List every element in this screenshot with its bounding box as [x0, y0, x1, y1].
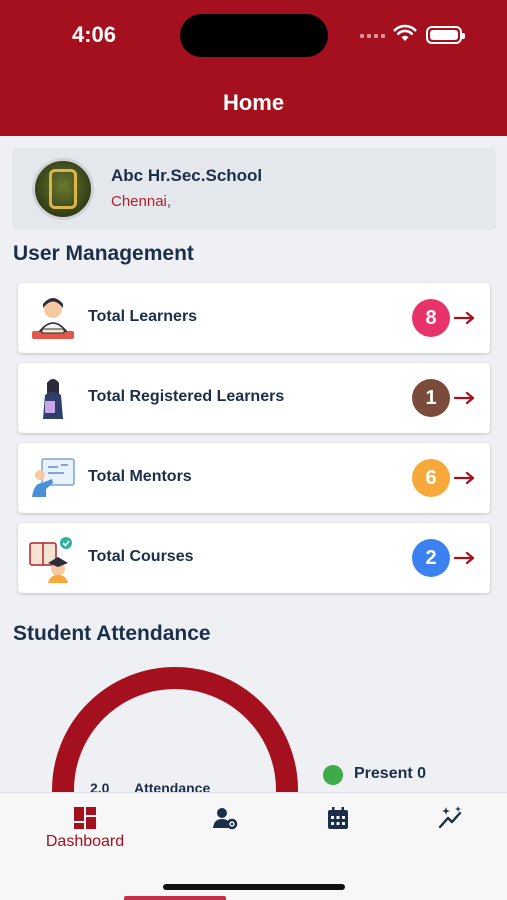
user-settings-icon	[213, 808, 238, 830]
course-icon	[29, 537, 72, 583]
student-attendance-title: Student Attendance	[13, 622, 211, 645]
wifi-icon	[393, 24, 417, 41]
tab-insights[interactable]	[396, 793, 506, 863]
school-logo	[32, 158, 94, 220]
registered-learner-icon	[43, 379, 63, 419]
tab-label: Dashboard	[45, 833, 125, 850]
present-legend-dot	[323, 765, 343, 785]
mentor-icon	[32, 458, 75, 497]
count-badge: 6	[412, 459, 450, 497]
school-card[interactable]: Abc Hr.Sec.School Chennai,	[12, 148, 496, 230]
school-name: Abc Hr.Sec.School	[111, 166, 263, 185]
arrow-right-icon[interactable]	[454, 309, 476, 327]
app-header: 4:06 Home	[0, 0, 507, 136]
count-badge: 1	[412, 379, 450, 417]
total-mentors-card[interactable]: Total Mentors 6	[18, 443, 490, 513]
battery-icon	[426, 26, 465, 44]
total-courses-card[interactable]: Total Courses 2	[18, 523, 490, 593]
arrow-right-icon[interactable]	[454, 549, 476, 567]
total-learners-card[interactable]: Total Learners 8	[18, 283, 490, 353]
signal-icon	[360, 34, 385, 38]
home-indicator	[163, 884, 345, 890]
dynamic-island	[180, 14, 328, 57]
present-legend-label: Present 0	[354, 765, 427, 782]
active-tab-strip	[124, 896, 226, 900]
stat-label: Total Registered Learners	[88, 388, 285, 405]
tab-user-settings[interactable]	[170, 793, 280, 863]
sparkle-chart-icon	[438, 806, 462, 829]
page-title: Home	[222, 90, 285, 115]
stat-label: Total Learners	[88, 308, 198, 325]
count-badge: 2	[412, 539, 450, 577]
user-management-title: User Management	[13, 242, 194, 265]
arrow-right-icon[interactable]	[454, 469, 476, 487]
status-time: 4:06	[72, 22, 117, 47]
stat-label: Total Mentors	[88, 468, 192, 485]
tab-calendar[interactable]	[283, 793, 393, 863]
school-city: Chennai,	[111, 193, 172, 210]
arrow-right-icon[interactable]	[454, 389, 476, 407]
learner-icon	[32, 298, 74, 339]
stat-label: Total Courses	[88, 548, 194, 565]
count-badge: 8	[412, 299, 450, 337]
tab-dashboard[interactable]: Dashboard	[30, 793, 140, 863]
calendar-icon	[328, 807, 348, 829]
dashboard-icon	[74, 807, 96, 829]
total-registered-learners-card[interactable]: Total Registered Learners 1	[18, 363, 490, 433]
